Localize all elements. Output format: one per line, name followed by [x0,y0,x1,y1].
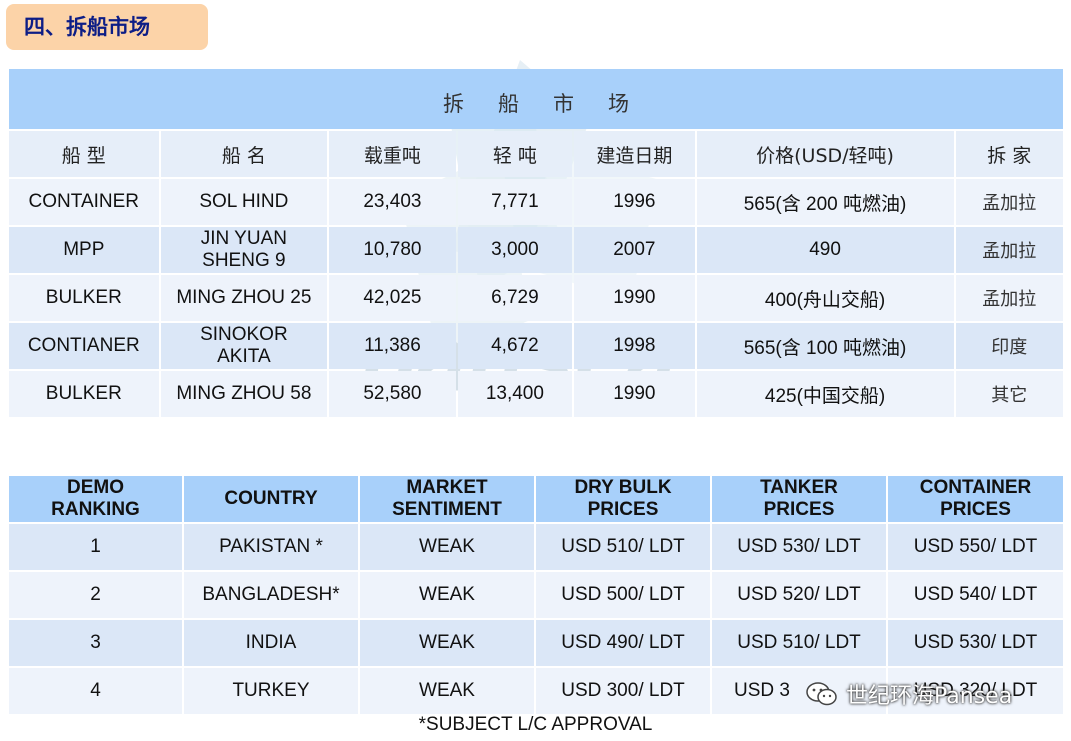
country-cell: INDIA [184,620,358,666]
table-row: BULKER MING ZHOU 58 52,580 13,400 1990 4… [9,371,1063,417]
dwt-cell: 42,025 [329,275,456,321]
header-container-text: CONTAINER PRICES [919,477,1032,520]
ship-type-cell: BULKER [9,371,159,417]
container-cell: USD 550/ LDT [888,524,1063,570]
table-row: CONTAINER SOL HIND 23,403 7,771 1996 565… [9,179,1063,225]
dwt-cell: 52,580 [329,371,456,417]
country-cell: BANGLADESH* [184,572,358,618]
header-buyer: 拆 家 [955,131,1063,177]
header-dry-bulk-prices: DRY BULK PRICES [536,476,710,522]
demolition-table: 拆船市场 船 型 船 名 载重吨 轻 吨 建造日期 价格(USD/轻吨) 拆 家… [7,67,1065,419]
header-dwt: 载重吨 [329,131,456,177]
sentiment-cell: WEAK [360,572,534,618]
header-country: COUNTRY [184,476,358,522]
rank-cell: 3 [9,620,182,666]
ship-type-cell: MPP [9,227,159,273]
ship-name-cell: SINOKOR AKITA [160,323,328,369]
wechat-overlay: 世纪环海Pansea [806,676,1012,712]
ship-name-cell: SOL HIND [160,179,328,225]
dwt-cell: 23,403 [329,179,456,225]
header-tanker-prices: TANKER PRICES [712,476,886,522]
header-demo-ranking-text: DEMO RANKING [51,477,140,520]
dry-bulk-cell: USD 500/ LDT [536,572,710,618]
sentiment-cell: WEAK [360,620,534,666]
built-cell: 2007 [574,227,695,273]
price-cell: 400(舟山交船) [696,275,954,321]
price-cell: 490 [696,227,954,273]
table-row: 3 INDIA WEAK USD 490/ LDT USD 510/ LDT U… [9,620,1063,666]
buyer-cell: 孟加拉 [955,227,1063,273]
buyer-cell: 孟加拉 [955,179,1063,225]
dry-bulk-cell: USD 510/ LDT [536,524,710,570]
ship-name-text: JIN YUAN SHENG 9 [200,228,287,271]
header-built: 建造日期 [574,131,695,177]
ldt-cell: 7,771 [457,179,573,225]
header-market-sentiment-text: MARKET SENTIMENT [392,477,502,520]
dry-bulk-cell: USD 300/ LDT [536,668,710,714]
header-demo-ranking: DEMO RANKING [9,476,182,522]
ldt-cell: 13,400 [457,371,573,417]
table-row: 2 BANGLADESH* WEAK USD 500/ LDT USD 520/… [9,572,1063,618]
header-ship-name: 船 名 [160,131,328,177]
tanker-cell: USD 510/ LDT [712,620,886,666]
country-cell: PAKISTAN * [184,524,358,570]
sentiment-cell: WEAK [360,668,534,714]
dry-bulk-cell: USD 490/ LDT [536,620,710,666]
tanker-cell: USD 520/ LDT [712,572,886,618]
table-row: BULKER MING ZHOU 25 42,025 6,729 1990 40… [9,275,1063,321]
ship-type-cell: BULKER [9,275,159,321]
header-dry-bulk-text: DRY BULK PRICES [574,477,672,520]
built-cell: 1998 [574,323,695,369]
section-title: 四、拆船市场 [6,4,208,50]
table-row: CONTIANER SINOKOR AKITA 11,386 4,672 199… [9,323,1063,369]
ship-type-cell: CONTIANER [9,323,159,369]
rank-cell: 4 [9,668,182,714]
tanker-cell: USD 530/ LDT [712,524,886,570]
price-cell: 565(含 100 吨燃油) [696,323,954,369]
table-row: MPP JIN YUAN SHENG 9 10,780 3,000 2007 4… [9,227,1063,273]
tanker-cell-text: USD 3 [734,680,790,701]
ldt-cell: 4,672 [457,323,573,369]
ship-name-cell: MING ZHOU 25 [160,275,328,321]
dwt-cell: 10,780 [329,227,456,273]
wechat-account-label: 世纪环海Pansea [846,684,1013,709]
ldt-cell: 6,729 [457,275,573,321]
demolition-table-title: 拆船市场 [9,69,1063,129]
rank-cell: 2 [9,572,182,618]
ldt-cell: 3,000 [457,227,573,273]
table-row: 1 PAKISTAN * WEAK USD 510/ LDT USD 530/ … [9,524,1063,570]
header-container-prices: CONTAINER PRICES [888,476,1063,522]
ship-name-text: SINOKOR AKITA [200,324,288,367]
header-tanker-text: TANKER PRICES [760,477,838,520]
sentiment-cell: WEAK [360,524,534,570]
ship-type-cell: CONTAINER [9,179,159,225]
header-market-sentiment: MARKET SENTIMENT [360,476,534,522]
ranking-header-row: DEMO RANKING COUNTRY MARKET SENTIMENT DR… [9,476,1063,522]
header-ldt: 轻 吨 [457,131,573,177]
price-cell: 425(中国交船) [696,371,954,417]
container-cell: USD 530/ LDT [888,620,1063,666]
buyer-cell: 其它 [955,371,1063,417]
header-price: 价格(USD/轻吨) [696,131,954,177]
built-cell: 1996 [574,179,695,225]
header-ship-type: 船 型 [9,131,159,177]
country-cell: TURKEY [184,668,358,714]
rank-cell: 1 [9,524,182,570]
dwt-cell: 11,386 [329,323,456,369]
wechat-icon [806,682,837,706]
container-cell: USD 540/ LDT [888,572,1063,618]
footnote: *SUBJECT L/C APPROVAL [418,714,653,735]
ship-name-cell: JIN YUAN SHENG 9 [160,227,328,273]
ship-name-cell: MING ZHOU 58 [160,371,328,417]
price-cell: 565(含 200 吨燃油) [696,179,954,225]
buyer-cell: 印度 [955,323,1063,369]
built-cell: 1990 [574,371,695,417]
built-cell: 1990 [574,275,695,321]
demolition-header-row: 船 型 船 名 载重吨 轻 吨 建造日期 价格(USD/轻吨) 拆 家 [9,131,1063,177]
buyer-cell: 孟加拉 [955,275,1063,321]
